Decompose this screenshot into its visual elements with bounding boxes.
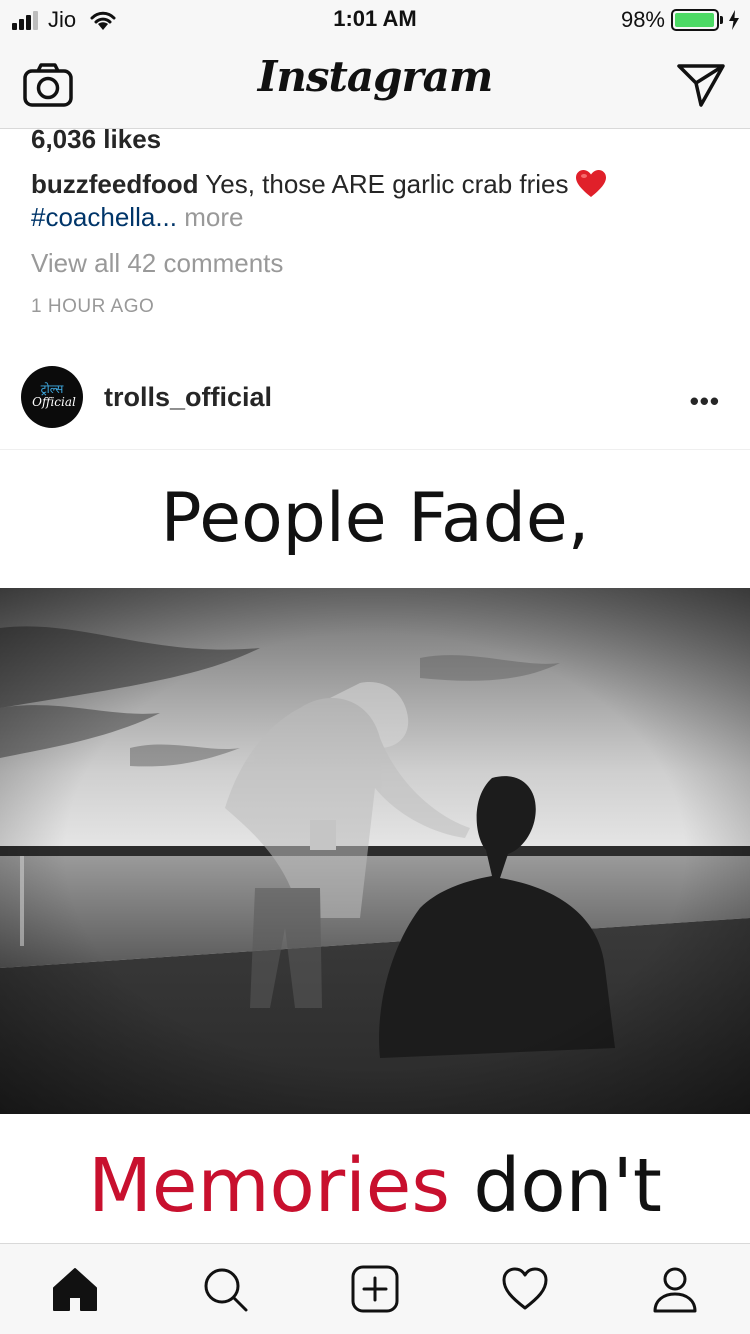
post-image[interactable]: People Fade, Memories don't	[0, 451, 750, 1243]
app-title-logo: Instagram	[257, 52, 494, 101]
tab-search[interactable]	[200, 1264, 250, 1314]
post-options-button[interactable]: •••	[690, 386, 720, 417]
status-right: 98%	[621, 6, 740, 34]
post-username[interactable]: trolls_official	[104, 382, 272, 413]
post-header: ट्रोल्स Official trolls_official •••	[0, 356, 750, 450]
tab-home[interactable]	[50, 1264, 100, 1314]
beach-silhouette-photo	[0, 588, 750, 1114]
tab-new-post[interactable]	[350, 1264, 400, 1314]
red-heart-emoji-icon	[575, 170, 606, 197]
caption-text: Yes, those ARE garlic crab fries	[198, 169, 569, 199]
battery-level-fill	[675, 13, 715, 27]
view-comments-link[interactable]: View all 42 comments	[31, 248, 283, 279]
image-quote-word-memories: Memories	[88, 1143, 450, 1229]
battery-icon	[671, 9, 719, 31]
direct-message-icon[interactable]	[676, 62, 726, 108]
avatar-logo-line-1: ट्रोल्स	[41, 382, 65, 396]
profile-icon	[653, 1267, 697, 1313]
home-icon	[53, 1268, 97, 1311]
tab-activity[interactable]	[500, 1264, 550, 1314]
search-icon	[204, 1268, 248, 1312]
like-count[interactable]: 6,036 likes	[31, 124, 161, 155]
image-quote-word-dont: don't	[449, 1143, 662, 1229]
top-navigation-bar: Instagram	[0, 40, 750, 129]
avatar[interactable]: ट्रोल्स Official	[21, 366, 83, 428]
tab-profile[interactable]	[650, 1264, 700, 1314]
charging-bolt-icon	[729, 10, 739, 30]
caption-hashtag[interactable]: #coachella...	[31, 202, 177, 232]
caption-username[interactable]: buzzfeedfood	[31, 169, 199, 199]
activity-heart-icon	[502, 1267, 548, 1310]
caption-more-link[interactable]: more	[177, 202, 243, 232]
post-caption: buzzfeedfood Yes, those ARE garlic crab …	[31, 168, 721, 234]
bottom-tab-bar	[0, 1243, 750, 1334]
battery-percent: 98%	[620, 7, 665, 32]
status-bar: Jio 1:01 AM 98%	[0, 0, 750, 40]
add-post-icon	[351, 1265, 399, 1313]
avatar-logo-line-2: Official	[32, 395, 76, 409]
battery-tip	[720, 16, 723, 24]
image-quote-top: People Fade,	[160, 479, 590, 558]
image-quote-bottom: Memories don't	[0, 1143, 750, 1229]
post-timestamp: 1 HOUR AGO	[31, 296, 155, 317]
avatar-logo: ट्रोल्स Official	[32, 382, 76, 409]
